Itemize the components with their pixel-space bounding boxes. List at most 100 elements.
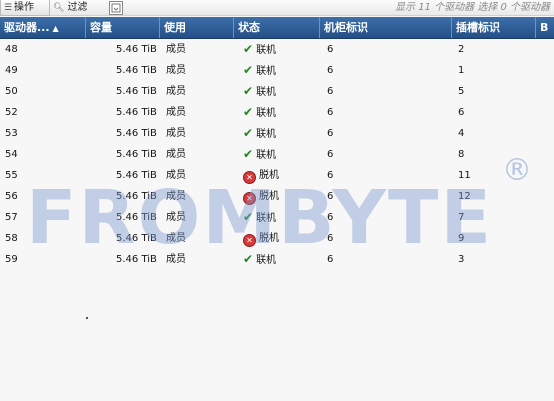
usage-cell: 成员 [166, 233, 186, 244]
status-cell: ✔ 联机 [243, 249, 276, 270]
slot-id-cell: 8 [458, 149, 465, 160]
online-check-icon: ✔ [243, 63, 254, 77]
cabinet-id-cell: 6 [327, 254, 334, 265]
usage-cell: 成员 [166, 107, 186, 118]
online-check-icon: ✔ [243, 42, 254, 56]
table-row[interactable]: 48 5.46 TiB 成员 ✔ 联机 6 2 [0, 39, 554, 60]
table-row[interactable]: 53 5.46 TiB 成员 ✔ 联机 6 4 [0, 123, 554, 144]
capacity-cell: 5.46 TiB [116, 107, 157, 118]
cabinet-id-cell: 6 [327, 44, 334, 55]
operations-label: 操作 [14, 2, 34, 13]
slot-id-cell: 6 [458, 107, 465, 118]
capacity-cell: 5.46 TiB [116, 191, 157, 202]
filter-button[interactable]: 🔍︎ 过滤 [53, 0, 87, 15]
status-cell: ✔ 联机 [243, 144, 276, 165]
table-row[interactable]: 54 5.46 TiB 成员 ✔ 联机 6 8 [0, 144, 554, 165]
capacity-cell: 5.46 TiB [116, 128, 157, 139]
filter-label: 过滤 [67, 2, 88, 13]
slot-id-cell: 1 [458, 65, 465, 76]
drive-id-cell: 56 [5, 191, 18, 202]
status-cell: ✔ 联机 [243, 123, 276, 144]
slot-id-cell: 5 [458, 86, 465, 97]
cabinet-id-cell: 6 [327, 149, 334, 160]
menu-icon: ☰ [4, 3, 13, 13]
usage-cell: 成员 [166, 65, 186, 76]
status-text: 联机 [256, 45, 277, 56]
status-cell: ✔ 联机 [243, 60, 276, 81]
status-text: 联机 [256, 213, 277, 224]
capacity-cell: 5.46 TiB [116, 149, 157, 160]
offline-error-icon: ✕ [243, 234, 256, 247]
table-row[interactable]: 56 5.46 TiB 成员 ✕ 脱机 6 12 [0, 186, 554, 207]
drive-id-cell: 58 [5, 233, 18, 244]
status-text: 脱机 [259, 233, 279, 244]
status-text: 联机 [256, 87, 277, 98]
column-header-status[interactable]: 状态 [234, 17, 320, 38]
drive-id-cell: 54 [5, 149, 18, 160]
table-row[interactable]: 52 5.46 TiB 成员 ✔ 联机 6 6 [0, 102, 554, 123]
drive-id-cell: 50 [5, 86, 18, 97]
status-text: 联机 [256, 129, 277, 140]
drive-id-cell: 52 [5, 107, 18, 118]
toolbar: ☰ 操作 🔍︎ 过滤 显示 11 个驱动器 选择 0 个驱动器 [0, 0, 554, 16]
column-header-drive[interactable]: 驱动器... ▲ [0, 17, 86, 38]
cabinet-id-cell: 6 [327, 107, 334, 118]
status-cell: ✕ 脱机 [243, 228, 279, 249]
online-check-icon: ✔ [243, 105, 254, 119]
cabinet-id-cell: 6 [327, 65, 334, 76]
usage-cell: 成员 [166, 191, 186, 202]
usage-cell: 成员 [166, 128, 186, 139]
capacity-cell: 5.46 TiB [116, 212, 157, 223]
column-header-capacity[interactable]: 容量 [86, 17, 160, 38]
export-icon[interactable] [109, 1, 123, 15]
capacity-cell: 5.46 TiB [116, 65, 157, 76]
offline-error-icon: ✕ [243, 171, 256, 184]
drive-id-cell: 59 [5, 254, 18, 265]
capacity-cell: 5.46 TiB [116, 86, 157, 97]
column-header-usage[interactable]: 使用 [160, 17, 234, 38]
status-text: 联机 [256, 255, 277, 266]
table-row[interactable]: 57 5.46 TiB 成员 ✔ 联机 6 7 [0, 207, 554, 228]
status-cell: ✔ 联机 [243, 102, 276, 123]
status-cell: ✔ 联机 [243, 39, 276, 60]
table-row[interactable]: 59 5.46 TiB 成员 ✔ 联机 6 3 [0, 249, 554, 270]
search-icon: 🔍︎ [53, 3, 65, 13]
slot-id-cell: 2 [458, 44, 465, 55]
status-cell: ✔ 联机 [243, 81, 276, 102]
operations-button[interactable]: ☰ 操作 [0, 0, 50, 16]
cabinet-id-cell: 6 [327, 170, 334, 181]
column-header-extra[interactable]: B [536, 17, 554, 38]
table-row[interactable]: 55 5.46 TiB 成员 ✕ 脱机 6 11 [0, 165, 554, 186]
sort-asc-icon: ▲ [52, 24, 59, 33]
slot-id-cell: 11 [458, 170, 471, 181]
status-text: 脱机 [259, 191, 279, 202]
table-row[interactable]: 50 5.46 TiB 成员 ✔ 联机 6 5 [0, 81, 554, 102]
drive-id-cell: 49 [5, 65, 18, 76]
table-row[interactable]: 58 5.46 TiB 成员 ✕ 脱机 6 9 [0, 228, 554, 249]
drive-id-cell: 48 [5, 44, 18, 55]
usage-cell: 成员 [166, 212, 186, 223]
online-check-icon: ✔ [243, 126, 254, 140]
cabinet-id-cell: 6 [327, 233, 334, 244]
stray-dot [86, 317, 88, 319]
status-text: 脱机 [259, 170, 279, 181]
drive-id-cell: 55 [5, 170, 18, 181]
status-cell: ✕ 脱机 [243, 165, 279, 186]
capacity-cell: 5.46 TiB [116, 233, 157, 244]
status-text: 联机 [256, 108, 277, 119]
status-cell: ✕ 脱机 [243, 186, 279, 207]
table-row[interactable]: 49 5.46 TiB 成员 ✔ 联机 6 1 [0, 60, 554, 81]
status-text: 联机 [256, 150, 277, 161]
cabinet-id-cell: 6 [327, 128, 334, 139]
drive-header-label: 驱动器... [4, 21, 50, 34]
slot-id-cell: 12 [458, 191, 471, 202]
capacity-cell: 5.46 TiB [116, 254, 157, 265]
slot-id-cell: 7 [458, 212, 465, 223]
usage-cell: 成员 [166, 86, 186, 97]
slot-id-cell: 3 [458, 254, 465, 265]
online-check-icon: ✔ [243, 84, 254, 98]
column-header-slot[interactable]: 插槽标识 [452, 17, 536, 38]
slot-id-cell: 9 [458, 233, 465, 244]
column-header-cabinet[interactable]: 机柜标识 [320, 17, 452, 38]
selection-status: 显示 11 个驱动器 选择 0 个驱动器 [395, 2, 550, 13]
